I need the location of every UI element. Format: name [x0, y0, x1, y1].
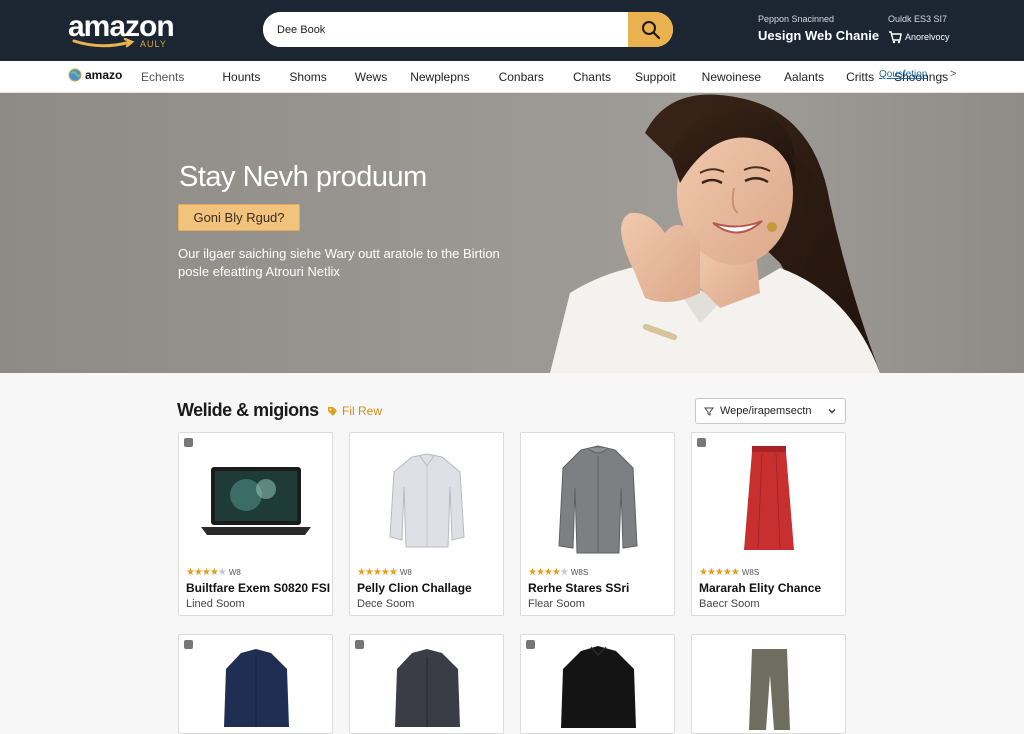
hero-description: Our ilgaer saiching siehe Wary outt arat…	[178, 245, 518, 281]
product-price: Baecr Soom	[699, 598, 760, 610]
hero-title: Stay Nevh produum	[179, 161, 427, 193]
product-price: Dece Soom	[357, 598, 415, 610]
nav-logo[interactable]: amazo	[68, 68, 122, 82]
star-rating-icon: ★★★★★	[528, 567, 569, 578]
hero-desc-line-2: posle efeatting Atrouri Netlix	[178, 264, 340, 279]
card-badge	[526, 640, 535, 649]
nav-item[interactable]: Wews	[355, 70, 387, 84]
account-greeting: Peppon Snacinned	[758, 14, 835, 24]
product-image-wrap	[179, 433, 332, 561]
amazon-logo[interactable]: amazon AULY	[68, 12, 178, 52]
product-name: Rerhe Stares SSri	[528, 581, 630, 595]
tag-icon	[328, 406, 337, 416]
hero-banner: Stay Nevh produum Goni Bly Rgud? Our ilg…	[0, 93, 1024, 373]
nav-item[interactable]: Chants	[573, 70, 611, 84]
cart-icon	[889, 31, 902, 44]
account-menu[interactable]: Peppon Snacinned Uesign Web Chanie	[758, 14, 879, 43]
nav-logo-text: amazo	[85, 68, 123, 82]
product-card[interactable]: ★★★★★ W8S Mararah Elity Chance Baecr Soo…	[691, 432, 846, 616]
search-icon	[641, 20, 660, 39]
nav-item[interactable]: Critts	[846, 70, 874, 84]
product-card[interactable]	[178, 634, 333, 734]
search-bar	[263, 12, 673, 47]
rating-count: W8	[399, 568, 412, 577]
hero-desc-line-1: Our ilgaer saiching siehe Wary outt arat…	[178, 246, 500, 261]
logo-subtext: AULY	[140, 39, 167, 49]
card-badge	[184, 640, 193, 649]
card-rating: ★★★★★ W8	[186, 567, 241, 578]
product-price: Flear Soom	[528, 598, 585, 610]
category-nav: amazo Echents Hounts Shoms Wews Newplepns Con…	[0, 61, 1024, 93]
star-rating-icon: ★★★★★	[699, 567, 740, 578]
laptop-image	[200, 467, 311, 535]
card-rating: ★★★★★ W8S	[699, 567, 759, 578]
globe-icon	[68, 68, 82, 82]
navy-shirt-image	[224, 649, 289, 727]
search-input[interactable]	[263, 12, 628, 47]
hero-woman-photo	[550, 94, 880, 373]
nav-items: Echents Hounts Shoms Wews Newplepns Conbars Ch…	[141, 61, 948, 93]
section-title: Welide & migions	[177, 400, 319, 420]
nav-link[interactable]: Qousfetion	[879, 69, 927, 80]
product-card[interactable]	[691, 634, 846, 734]
product-image-wrap	[692, 433, 845, 561]
product-card[interactable]	[520, 634, 675, 734]
nav-item[interactable]: Echents	[141, 70, 184, 84]
sort-dropdown[interactable]: Wepe/irapemsectn	[695, 398, 846, 424]
nav-item[interactable]: Aalants	[784, 70, 824, 84]
white-shirt-image	[388, 453, 465, 548]
olive-pants-image	[749, 649, 790, 730]
hero-cta-button[interactable]: Goni Bly Rgud?	[178, 204, 300, 231]
rating-count: W8	[228, 568, 241, 577]
section-arrow: ›	[314, 405, 317, 415]
product-card[interactable]: ★★★★★ W8 Pelly Clion Challage Dece Soom	[349, 432, 504, 616]
nav-more-arrows[interactable]: → >	[936, 68, 956, 80]
logo-smile-icon	[72, 38, 135, 48]
nav-item[interactable]: Newplepns	[410, 70, 469, 84]
chevron-down-icon	[828, 409, 836, 414]
black-jacket-image	[561, 646, 636, 728]
top-bar: amazon AULY Peppon Snacinned Uesign Web …	[0, 0, 1024, 61]
nav-item[interactable]: Newoinese	[702, 70, 761, 84]
card-badge	[697, 438, 706, 447]
star-rating-icon: ★★★★★	[186, 567, 227, 578]
gray-cardigan-image	[557, 445, 638, 554]
product-name: Builtfare Exem S0820 FSI	[186, 581, 331, 595]
orders-label: Anorelvocy	[905, 32, 950, 42]
star-rating-icon: ★★★★★	[357, 567, 398, 578]
card-badge	[184, 438, 193, 447]
rating-count: W8S	[570, 568, 589, 577]
product-card[interactable]	[349, 634, 504, 734]
card-rating: ★★★★★ W8	[357, 567, 412, 578]
section-link[interactable]: Fil Rew	[327, 404, 382, 418]
rating-count: W8S	[741, 568, 760, 577]
account-label: Uesign Web Chanie	[758, 28, 880, 43]
product-image-wrap	[521, 433, 674, 561]
product-name: Pelly Clion Challage	[357, 581, 472, 595]
nav-item[interactable]: Suppoit	[635, 70, 676, 84]
filter-icon	[704, 407, 714, 416]
nav-item[interactable]: Conbars	[499, 70, 544, 84]
orders-small-text: Ouldk ES3 SI7	[888, 14, 948, 24]
charcoal-shirt-image	[395, 649, 460, 727]
product-price: Lined Soom	[186, 598, 245, 610]
product-card[interactable]: ★★★★★ W8 Builtfare Exem S0820 FSI Lined …	[178, 432, 333, 616]
search-button[interactable]	[628, 12, 673, 47]
orders-menu[interactable]: Ouldk ES3 SI7 Anorelvocy	[888, 14, 950, 44]
sort-label: Wepe/irapemsectn	[720, 405, 812, 417]
product-name: Mararah Elity Chance	[699, 581, 822, 595]
nav-item[interactable]: Shoms	[289, 70, 326, 84]
nav-item[interactable]: Hounts	[222, 70, 260, 84]
red-skirt-image	[743, 445, 794, 550]
card-rating: ★★★★★ W8S	[528, 567, 588, 578]
card-badge	[355, 640, 364, 649]
section-link-label: Fil Rew	[342, 404, 383, 418]
product-image-wrap	[350, 433, 503, 561]
product-card[interactable]: ★★★★★ W8S Rerhe Stares SSri Flear Soom	[520, 432, 675, 616]
